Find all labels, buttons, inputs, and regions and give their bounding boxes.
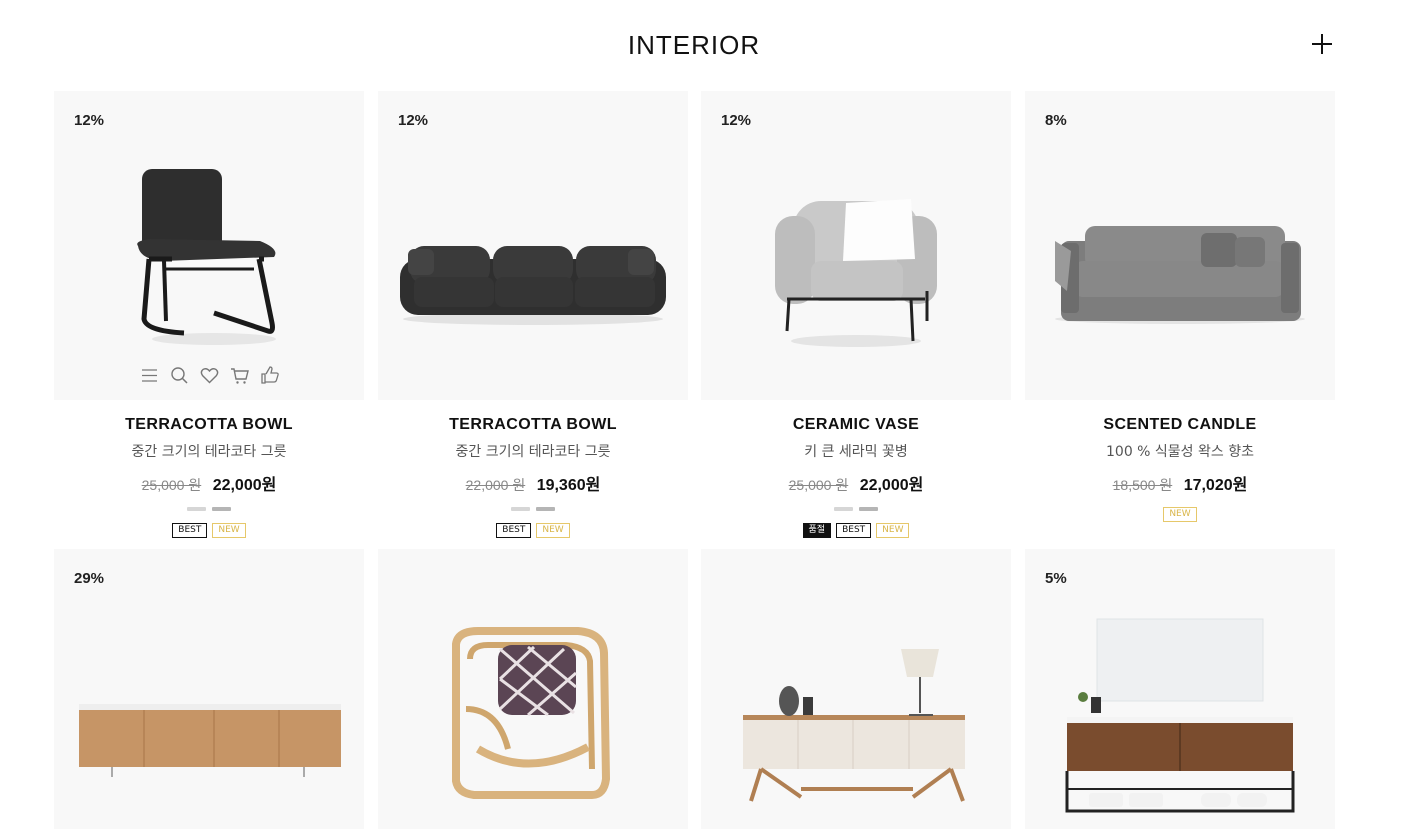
product-card[interactable]: 12% CERAMIC VASE 키 큰 세라믹 꽃병 25,000 원 22,… — [701, 91, 1011, 538]
plus-icon[interactable] — [1308, 30, 1336, 58]
product-card[interactable]: 5% — [1025, 549, 1335, 829]
badges: BEST NEW — [378, 523, 688, 538]
badge-new: NEW — [1163, 507, 1197, 522]
product-card[interactable] — [378, 549, 688, 829]
product-card[interactable]: 12% TERRACOTTA BOWL 중간 크기의 테라코타 그릇 25,00… — [54, 91, 364, 538]
badge-best: BEST — [496, 523, 532, 538]
original-price: 25,000 원 — [788, 477, 849, 493]
product-card[interactable]: 29% — [54, 549, 364, 829]
section-title: INTERIOR — [627, 30, 761, 60]
swatch[interactable] — [859, 507, 878, 511]
color-swatches — [378, 507, 688, 511]
badges: BEST NEW — [54, 523, 364, 538]
bathroom-vanity-image[interactable] — [1025, 549, 1335, 829]
product-card[interactable]: 12% TERRACOTTA BOWL 중간 크기의 테라코타 그릇 22,00… — [378, 91, 688, 538]
badge-best: BEST — [836, 523, 872, 538]
badge-new: NEW — [212, 523, 246, 538]
rattan-chair-image[interactable] — [378, 549, 688, 829]
white-console-image[interactable] — [701, 549, 1011, 829]
badges: 품절 BEST NEW — [701, 523, 1011, 538]
badge-best: BEST — [172, 523, 208, 538]
product-name[interactable]: TERRACOTTA BOWL — [54, 416, 364, 434]
product-name[interactable]: TERRACOTTA BOWL — [378, 416, 688, 434]
sale-price: 19,360원 — [536, 477, 601, 494]
product-name[interactable]: SCENTED CANDLE — [1025, 416, 1335, 434]
product-description: 중간 크기의 테라코타 그릇 — [131, 444, 287, 460]
heart-icon[interactable] — [200, 366, 219, 385]
search-icon[interactable] — [170, 366, 189, 385]
product-description: 중간 크기의 테라코타 그릇 — [455, 444, 611, 460]
product-description: 키 큰 세라믹 꽃병 — [804, 444, 908, 460]
badge-new: NEW — [536, 523, 570, 538]
original-price: 18,500 원 — [1112, 477, 1173, 493]
dining-chair-image[interactable] — [54, 91, 364, 400]
color-swatches — [701, 507, 1011, 511]
hover-actions — [140, 366, 279, 385]
armchair-image[interactable] — [701, 91, 1011, 400]
wood-sideboard-image[interactable] — [54, 549, 364, 829]
sale-price: 17,020원 — [1183, 477, 1248, 494]
badge-new: NEW — [876, 523, 910, 538]
swatch[interactable] — [834, 507, 853, 511]
color-swatches — [54, 507, 364, 511]
swatch[interactable] — [212, 507, 231, 511]
grey-sofa-image[interactable] — [1025, 91, 1335, 400]
product-name[interactable]: CERAMIC VASE — [701, 416, 1011, 434]
product-card[interactable] — [701, 549, 1011, 829]
swatch[interactable] — [536, 507, 555, 511]
product-description: 100 % 식물성 왁스 향초 — [1106, 444, 1254, 460]
thumbs-up-icon[interactable] — [260, 366, 279, 385]
badges: NEW — [1025, 507, 1335, 522]
cart-icon[interactable] — [230, 366, 249, 385]
product-card[interactable]: 8% SCENTED CANDLE 100 % 식물성 왁스 향초 18,500… — [1025, 91, 1335, 522]
sale-price: 22,000원 — [859, 477, 924, 494]
swatch[interactable] — [187, 507, 206, 511]
swatch[interactable] — [511, 507, 530, 511]
badge-sold-out: 품절 — [802, 523, 832, 538]
dark-sofa-image[interactable] — [378, 91, 688, 400]
sale-price: 22,000원 — [212, 477, 277, 494]
original-price: 22,000 원 — [465, 477, 526, 493]
original-price: 25,000 원 — [141, 477, 202, 493]
menu-icon[interactable] — [140, 366, 159, 385]
